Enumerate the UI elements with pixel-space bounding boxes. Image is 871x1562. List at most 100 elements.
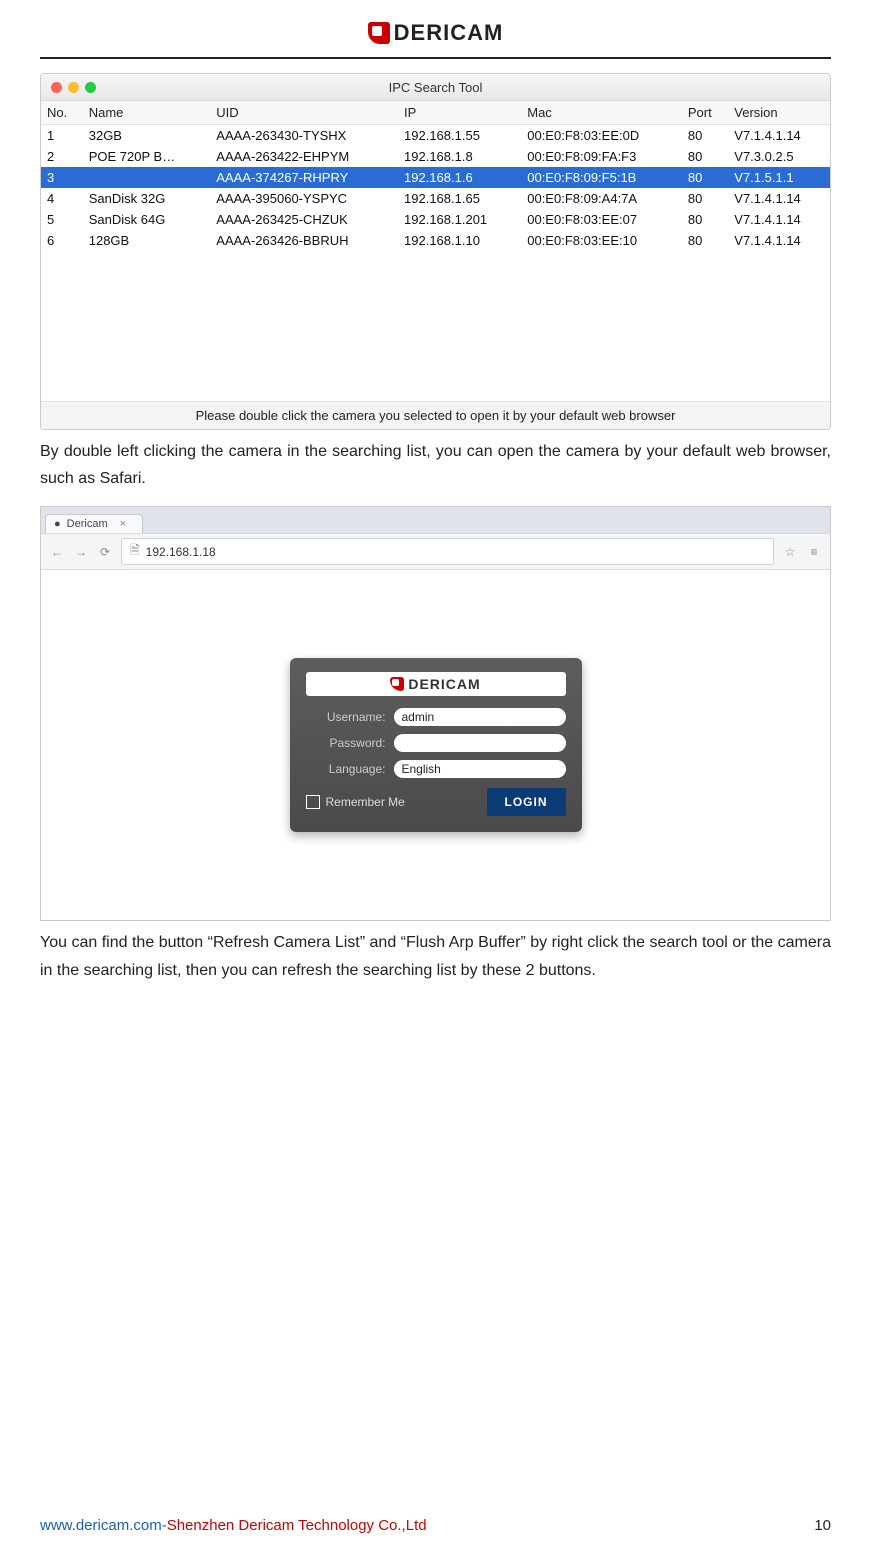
address-url: 192.168.1.18 [146, 545, 216, 559]
cell-mac: 00:E0:F8:09:F5:1B [521, 167, 682, 188]
cell-uid: AAAA-263430-TYSHX [210, 125, 398, 147]
cell-name [83, 167, 211, 188]
table-row[interactable]: 6128GBAAAA-263426-BBRUH192.168.1.1000:E0… [41, 230, 830, 251]
brand-logo: DERICAM [368, 20, 504, 46]
login-brand-text: DERICAM [408, 676, 480, 692]
cell-no: 6 [41, 230, 83, 251]
login-brand: DERICAM [306, 672, 566, 696]
close-icon[interactable] [51, 82, 62, 93]
username-value: admin [402, 710, 435, 724]
window-controls [41, 82, 96, 93]
cell-no: 3 [41, 167, 83, 188]
cell-ip: 192.168.1.10 [398, 230, 521, 251]
username-input[interactable]: admin [394, 708, 566, 726]
cell-ip: 192.168.1.201 [398, 209, 521, 230]
nav-forward-icon[interactable]: → [73, 545, 89, 559]
page-header: DERICAM [40, 20, 831, 49]
cell-name: POE 720P B… [83, 146, 211, 167]
ipc-search-tool-window: IPC Search Tool No.NameUIDIPMacPortVersi… [40, 73, 831, 430]
nav-reload-icon[interactable]: ⟳ [97, 545, 113, 559]
cell-mac: 00:E0:F8:09:A4:7A [521, 188, 682, 209]
language-label: Language: [306, 762, 386, 776]
footer-left: www.dericam.com-Shenzhen Dericam Technol… [40, 1517, 427, 1534]
page-footer: www.dericam.com-Shenzhen Dericam Technol… [40, 1517, 831, 1534]
cell-ver: V7.1.4.1.14 [728, 230, 830, 251]
table-row[interactable]: 3 AAAA-374267-RHPRY192.168.1.600:E0:F8:09… [41, 167, 830, 188]
cell-no: 1 [41, 125, 83, 147]
cell-mac: 00:E0:F8:03:EE:0D [521, 125, 682, 147]
brand-mark-icon [368, 22, 390, 44]
table-row[interactable]: 132GBAAAA-263430-TYSHX192.168.1.5500:E0:… [41, 125, 830, 147]
username-label: Username: [306, 710, 386, 724]
header-divider [40, 57, 831, 59]
cell-ver: V7.3.0.2.5 [728, 146, 830, 167]
browser-window: ● Dericam × ← → ⟳ 🗎 192.168.1.18 ☆ ≡ DER… [40, 506, 831, 921]
address-bar[interactable]: 🗎 192.168.1.18 [121, 538, 774, 565]
cell-port: 80 [682, 188, 728, 209]
cell-port: 80 [682, 209, 728, 230]
column-header[interactable]: Name [83, 101, 211, 125]
paragraph-2: You can find the button “Refresh Camera … [40, 929, 831, 983]
cell-uid: AAAA-263426-BBRUH [210, 230, 398, 251]
cell-port: 80 [682, 125, 728, 147]
browser-toolbar: ← → ⟳ 🗎 192.168.1.18 ☆ ≡ [41, 533, 830, 570]
page-icon: 🗎 [130, 541, 140, 562]
brand-text: DERICAM [394, 20, 504, 46]
column-header[interactable]: Port [682, 101, 728, 125]
paragraph-1: By double left clicking the camera in th… [40, 438, 831, 492]
browser-tab[interactable]: ● Dericam × [45, 514, 143, 533]
table-row[interactable]: 2POE 720P B…AAAA-263422-EHPYM192.168.1.8… [41, 146, 830, 167]
cell-port: 80 [682, 146, 728, 167]
language-select[interactable]: English [394, 760, 566, 778]
column-header[interactable]: No. [41, 101, 83, 125]
cell-ver: V7.1.4.1.14 [728, 125, 830, 147]
cell-ver: V7.1.5.1.1 [728, 167, 830, 188]
tab-favicon-icon: ● [54, 518, 61, 530]
window-titlebar: IPC Search Tool [41, 74, 830, 101]
column-header[interactable]: IP [398, 101, 521, 125]
table-row[interactable]: 5SanDisk 64GAAAA-263425-CHZUK192.168.1.2… [41, 209, 830, 230]
cell-port: 80 [682, 167, 728, 188]
cell-name: 32GB [83, 125, 211, 147]
cell-name: SanDisk 32G [83, 188, 211, 209]
cell-no: 2 [41, 146, 83, 167]
browser-tabbar: ● Dericam × [41, 507, 830, 533]
column-header[interactable]: UID [210, 101, 398, 125]
footer-site: www.dericam.com [40, 1517, 162, 1534]
login-button-label: LOGIN [505, 795, 548, 809]
cell-ver: V7.1.4.1.14 [728, 209, 830, 230]
table-row[interactable]: 4SanDisk 32GAAAA-395060-YSPYC192.168.1.6… [41, 188, 830, 209]
nav-back-icon[interactable]: ← [49, 545, 65, 559]
cell-uid: AAAA-374267-RHPRY [210, 167, 398, 188]
camera-list: No.NameUIDIPMacPortVersion 132GBAAAA-263… [41, 101, 830, 401]
cell-ip: 192.168.1.65 [398, 188, 521, 209]
cell-uid: AAAA-263422-EHPYM [210, 146, 398, 167]
menu-icon[interactable]: ≡ [806, 545, 822, 559]
brand-mark-icon [390, 677, 404, 691]
cell-uid: AAAA-263425-CHZUK [210, 209, 398, 230]
password-input[interactable] [394, 734, 566, 752]
cell-ip: 192.168.1.8 [398, 146, 521, 167]
remember-me[interactable]: Remember Me [306, 795, 405, 809]
maximize-icon[interactable] [85, 82, 96, 93]
cell-mac: 00:E0:F8:03:EE:07 [521, 209, 682, 230]
cell-mac: 00:E0:F8:09:FA:F3 [521, 146, 682, 167]
cell-name: 128GB [83, 230, 211, 251]
login-page: DERICAM Username: admin Password: Langua… [41, 570, 830, 920]
cell-mac: 00:E0:F8:03:EE:10 [521, 230, 682, 251]
footer-company: Shenzhen Dericam Technology Co.,Ltd [167, 1517, 427, 1534]
tab-close-icon[interactable]: × [120, 518, 126, 530]
password-label: Password: [306, 736, 386, 750]
column-header[interactable]: Mac [521, 101, 682, 125]
camera-table: No.NameUIDIPMacPortVersion 132GBAAAA-263… [41, 101, 830, 251]
login-button[interactable]: LOGIN [487, 788, 566, 816]
cell-ip: 192.168.1.6 [398, 167, 521, 188]
column-header[interactable]: Version [728, 101, 830, 125]
minimize-icon[interactable] [68, 82, 79, 93]
login-panel: DERICAM Username: admin Password: Langua… [290, 658, 582, 832]
remember-checkbox[interactable] [306, 795, 320, 809]
bookmark-icon[interactable]: ☆ [782, 545, 798, 559]
language-value: English [402, 762, 441, 776]
cell-name: SanDisk 64G [83, 209, 211, 230]
cell-uid: AAAA-395060-YSPYC [210, 188, 398, 209]
